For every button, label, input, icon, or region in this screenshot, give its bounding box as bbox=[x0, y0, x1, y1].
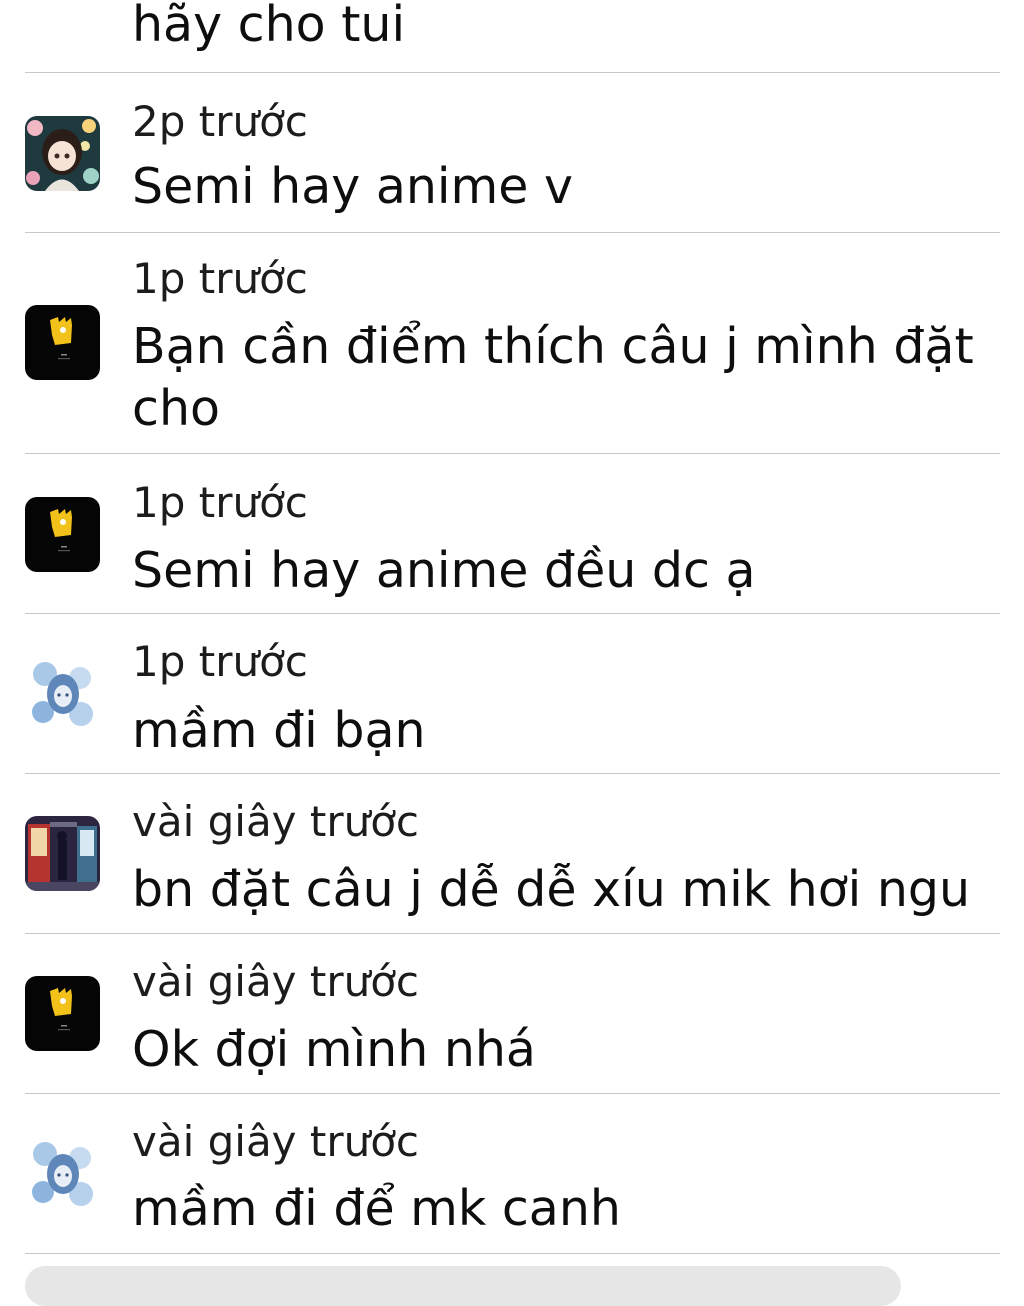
blue-flower-girl-avatar[interactable] bbox=[25, 1136, 100, 1211]
comment-timestamp: vài giây trước bbox=[132, 1117, 420, 1166]
comment-timestamp: 1p trước bbox=[132, 254, 308, 303]
comment-text: Bạn cần điểm thích câu j mình đặt cho bbox=[132, 318, 974, 437]
comment-timestamp: 1p trước bbox=[132, 478, 308, 527]
comment-timestamp: 2p trước bbox=[132, 97, 308, 146]
yellow-character-black-avatar[interactable] bbox=[25, 976, 100, 1051]
comment-text: mầm đi bạn bbox=[132, 702, 426, 759]
comment-thread: hãy cho tui 2p trước Semi hay anime v 1p… bbox=[0, 0, 1024, 1306]
blue-flower-girl-avatar[interactable] bbox=[25, 656, 100, 731]
yellow-character-black-avatar[interactable] bbox=[25, 305, 100, 380]
comment-text: bn đặt câu j dễ dễ xíu mik hơi ngu bbox=[132, 861, 971, 918]
anime-flower-girl-avatar[interactable] bbox=[25, 116, 100, 191]
comment-timestamp: vài giây trước bbox=[132, 797, 420, 846]
comment-item[interactable]: 1p trước mầm đi bạn bbox=[25, 614, 1000, 774]
comment-text: Ok đợi mình nhá bbox=[132, 1021, 536, 1078]
comment-item[interactable]: 1p trước Semi hay anime đều dc ạ bbox=[25, 454, 1000, 614]
comment-item[interactable]: vài giây trước Ok đợi mình nhá bbox=[25, 934, 1000, 1094]
comment-item[interactable]: vài giây trước bn đặt câu j dễ dễ xíu mi… bbox=[25, 774, 1000, 934]
comment-item[interactable]: 1p trước Bạn cần điểm thích câu j mình đ… bbox=[25, 233, 1000, 454]
divider bbox=[25, 72, 1000, 73]
comment-item[interactable]: 2p trước Semi hay anime v bbox=[25, 74, 1000, 233]
vending-machine-night-avatar[interactable] bbox=[25, 816, 100, 891]
comment-text: mầm đi để mk canh bbox=[132, 1180, 621, 1237]
comment-text-partial: hãy cho tui bbox=[132, 0, 406, 53]
yellow-character-black-avatar[interactable] bbox=[25, 497, 100, 572]
comment-timestamp: 1p trước bbox=[132, 637, 308, 686]
comment-item[interactable]: vài giây trước mầm đi để mk canh bbox=[25, 1094, 1000, 1254]
comment-text: Semi hay anime đều dc ạ bbox=[132, 542, 756, 599]
comment-input-bar[interactable] bbox=[25, 1266, 901, 1306]
comment-timestamp: vài giây trước bbox=[132, 957, 420, 1006]
comment-text: Semi hay anime v bbox=[132, 158, 573, 215]
